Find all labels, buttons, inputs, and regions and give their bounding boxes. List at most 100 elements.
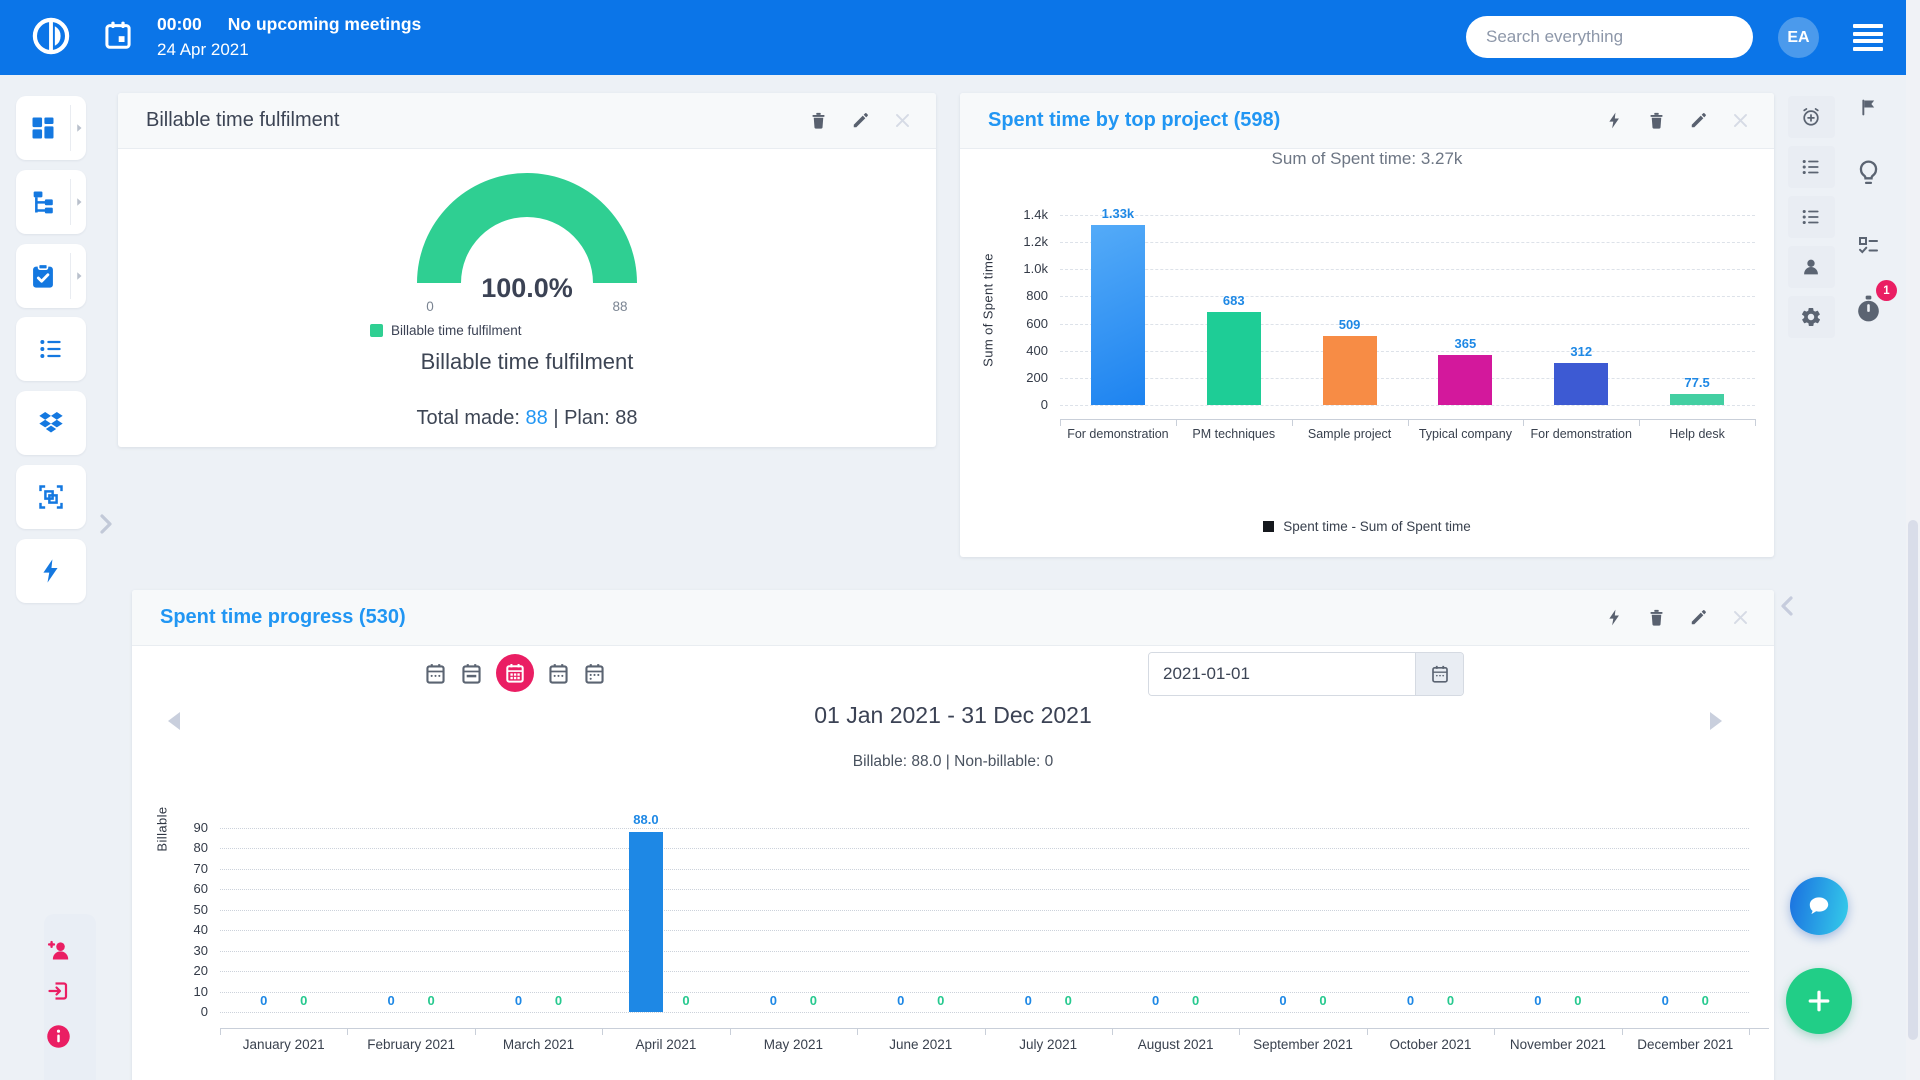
sidebar-item-boards[interactable] [16,465,86,529]
gridline [1060,378,1755,379]
x-axis-tick [857,1028,858,1035]
y-axis-tick-label: 200 [992,370,1048,385]
reminders-button[interactable] [1788,96,1835,138]
close-icon[interactable] [893,111,912,130]
zero-value-label: 0 [371,993,411,1008]
zero-value-label: 0 [921,993,961,1008]
trash-icon[interactable] [809,111,828,130]
gridline [1060,242,1755,243]
scrollbar-thumb[interactable] [1908,520,1918,1040]
zero-value-label: 0 [1136,993,1176,1008]
activity-button[interactable] [1788,146,1835,188]
topbar: 00:00No upcoming meetings 24 Apr 2021 EA [0,0,1906,75]
zero-value-label: 0 [1430,993,1470,1008]
sidebar-expand-chevron-icon[interactable] [96,512,116,536]
x-axis-tick [220,1028,221,1035]
zero-value-label: 0 [1303,993,1343,1008]
profile-button[interactable] [1788,246,1835,288]
legend-label: Billable time fulfilment [391,323,522,338]
avatar[interactable]: EA [1778,17,1819,58]
chevron-left-icon[interactable] [1777,594,1797,618]
bar-4[interactable] [1438,355,1492,405]
gear-icon [1800,306,1822,328]
zero-value-label: 0 [1390,993,1430,1008]
bar-value-label: 509 [1305,317,1395,332]
x-axis-category-label: Typical company [1408,427,1522,441]
bar-billable-4[interactable] [629,832,663,1012]
app-logo-icon[interactable] [30,15,72,57]
chevron-right-icon[interactable] [73,122,85,134]
x-axis-tick [1060,419,1061,426]
frame-icon [37,483,65,511]
y-axis-tick-label: 30 [164,943,208,958]
alarm-plus-icon [1800,106,1822,128]
x-axis-tick [1755,419,1756,426]
bar-chart: 1.4k1.2k1.0k80060040020001.33kFor demons… [960,93,1774,557]
zero-value-label: 0 [539,993,579,1008]
calendar-icon[interactable] [104,19,132,51]
y-axis-tick-label: 90 [164,820,208,835]
sidebar-item-project-tree[interactable] [16,170,86,234]
zero-value-label: 0 [1685,993,1725,1008]
y-axis-tick-label: 400 [992,343,1048,358]
bar-chart: 908070605040302010000January 202100Febru… [132,590,1774,1080]
invite-user-button[interactable] [45,937,72,964]
y-axis-tick-label: 80 [164,840,208,855]
meeting-block[interactable]: 00:00No upcoming meetings 24 Apr 2021 [157,11,421,62]
topbar-date: 24 Apr 2021 [157,37,421,62]
divider [70,253,71,299]
bar-1[interactable] [1091,225,1145,406]
meeting-status: No upcoming meetings [228,14,421,34]
zero-value-label: 0 [411,993,451,1008]
zero-value-label: 0 [753,993,793,1008]
chevron-right-icon[interactable] [73,270,85,282]
log-out-button[interactable] [46,979,70,1003]
my-list-button[interactable] [1788,196,1835,238]
settings-button[interactable] [1788,296,1835,338]
widget-spent-time-progress: Spent time progress (530) 01 Jan 2021 - … [132,590,1774,1080]
y-axis-tick-label: 800 [992,288,1048,303]
widget-spent-time-by-top-project: Spent time by top project (598) Sum of S… [960,93,1774,557]
sidebar-item-list[interactable] [16,317,86,381]
gridline [220,930,1749,931]
search-input[interactable] [1466,16,1753,58]
zero-value-label: 0 [666,993,706,1008]
x-axis-category-label: September 2021 [1240,1037,1366,1052]
dropbox-icon [37,409,65,437]
chat-fab[interactable] [1790,877,1848,935]
flags-button[interactable] [1858,97,1879,118]
clipboard-check-icon [29,262,57,290]
menu-icon[interactable] [1853,24,1883,51]
sidebar-item-dashboard[interactable] [16,96,86,160]
gauge-total-line: Total made: 88 | Plan: 88 [118,407,936,430]
bar-6[interactable] [1670,394,1724,405]
gridline [1060,351,1755,352]
bar-3[interactable] [1323,336,1377,405]
sidebar-item-tasks[interactable] [16,244,86,308]
ideas-button[interactable] [1854,158,1883,187]
info-button[interactable] [45,1023,72,1050]
x-axis-category-label: March 2021 [476,1037,602,1052]
sidebar-item-quick-actions[interactable] [16,539,86,603]
y-axis-tick-label: 600 [992,316,1048,331]
gauge-min-label: 0 [404,299,456,314]
add-fab[interactable] [1786,968,1852,1034]
zero-value-label: 0 [499,993,539,1008]
gridline [220,869,1749,870]
x-axis-category-label: June 2021 [858,1037,984,1052]
bar-2[interactable] [1207,312,1261,405]
x-axis-category-label: PM techniques [1177,427,1291,441]
checklist-button[interactable] [1856,234,1880,258]
bar-5[interactable] [1554,363,1608,405]
gridline [1060,405,1755,406]
x-axis-category-label: For demonstration [1524,427,1638,441]
divider [70,179,71,225]
gridline [1060,324,1755,325]
chevron-right-icon[interactable] [73,196,85,208]
y-axis-tick-label: 1.2k [992,234,1048,249]
sidebar-item-dropbox[interactable] [16,391,86,455]
edit-icon[interactable] [851,111,870,130]
gridline [220,971,1749,972]
total-made-value[interactable]: 88 [526,407,548,429]
x-axis-tick [1239,1028,1240,1035]
